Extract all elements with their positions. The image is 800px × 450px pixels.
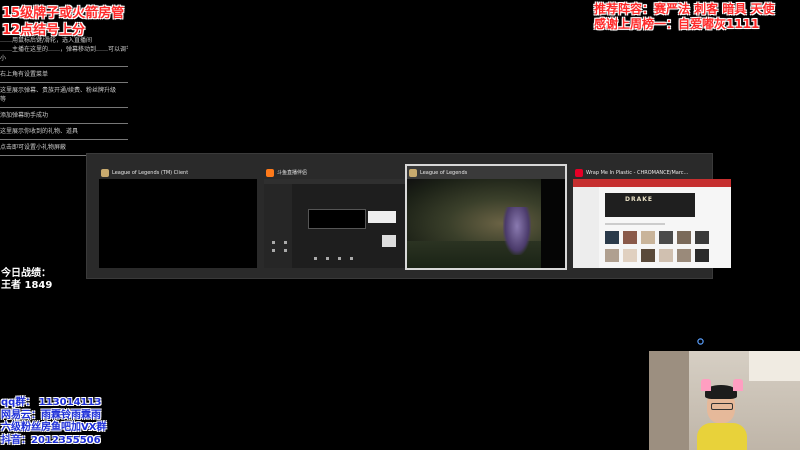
divider [0,107,128,108]
overlay-bottom-left: qq群： 113014113 网易云：雨霖铃雨霖雨 六级粉丝房鱼吧加VX群 抖音… [1,397,106,447]
window-title: Wrap Me In Plastic - CHROMANCE/Marc... [586,169,689,176]
chat-line: 这里展示你收到的礼物、道具 [0,128,79,135]
window-title: League of Legends (TM) Client [112,169,189,176]
window-thumbnail-douyu-companion[interactable]: 斗鱼直播伴侣 [262,164,424,270]
window-preview [99,179,257,268]
netease-id: 网易云：雨霖铃雨霖雨 [1,409,101,421]
window-title: 斗鱼直播伴侣 [277,170,308,176]
douyu-icon [266,168,274,177]
chat-line: ……主播在这里的……，弹幕移动到……可以调节弹幕位置大 [0,46,128,53]
recommended-lineup: 推荐阵容：赛严法 刺客 暗具 天使 [594,2,775,16]
window-preview [264,179,422,268]
lol-icon [101,168,109,177]
window-preview: DRAKE [573,179,731,268]
douyin-id: 抖音：2012355506 [1,434,101,446]
chat-line: 点击即可设置小礼物屏蔽 [0,144,67,151]
qq-group: qq群： 113014113 [1,397,102,408]
lol-icon [409,168,417,177]
thanks-line: 感谢上周榜一：自爱嘟灰1111 [594,17,760,31]
window-thumbnail-lol-client[interactable]: League of Legends (TM) Client [97,164,259,270]
daily-record: 今日战绩： 王者 1849 [1,268,52,292]
music-banner-text: DRAKE [625,196,653,203]
chat-line: 等 [0,96,7,103]
netease-music-icon [575,168,583,177]
chat-line: 添加弹幕助手成功 [0,112,49,119]
record-label: 今日战绩： [1,268,51,279]
window-thumbnail-netease-music[interactable]: Wrap Me In Plastic - CHROMANCE/Marc... D… [571,164,733,270]
divider [0,123,128,124]
webcam-feed [649,351,800,450]
divider [0,66,128,67]
chat-line: 这里展示弹幕、贵族开通/续费、粉丝牌升级 [0,87,117,94]
overlay-title-line2: 12点结号上分 [2,23,86,38]
fan-group: 六级粉丝房鱼吧加VX群 [1,422,107,433]
chat-line: 右上角有设置菜单 [0,71,49,78]
alt-tab-switcher: League of Legends (TM) Client 斗鱼直播伴侣 Lea… [86,153,731,279]
chat-line: 小 [0,55,7,62]
overlay-top-right: 推荐阵容：赛严法 刺客 暗具 天使 感谢上周榜一：自爱嘟灰1111 [594,2,775,32]
cursor-icon [697,338,704,345]
streamer-avatar [697,379,747,450]
record-value: 王者 1849 [1,280,53,291]
divider [0,82,128,83]
window-title: League of Legends [420,169,468,176]
window-preview [407,179,565,268]
divider [0,139,128,140]
window-thumbnail-lol-game[interactable]: League of Legends [405,164,567,270]
